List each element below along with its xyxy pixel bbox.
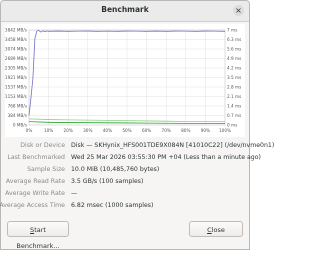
benchmark-chart: 3842 MB/s 3458 MB/s 3074 MB/s 2689 MB/s 2305… — [5, 24, 245, 137]
x-tick-label: 20% — [64, 128, 73, 133]
y-left-tick-label: 1537 MB/s — [5, 85, 27, 90]
info-row-access: Average Access Time 6.82 msec (1000 samp… — [0, 201, 249, 211]
y-left-tick-label: 1921 MB/s — [5, 75, 27, 80]
start-benchmark-button[interactable]: Start Benchmark... — [7, 221, 69, 250]
read-rate-label: Average Read Rate — [5, 178, 65, 185]
x-tick-label: 0% — [26, 128, 33, 133]
y-right-tick-label: 7 ms — [227, 28, 237, 33]
close-window-icon[interactable]: × — [233, 5, 244, 16]
y-right-tick-label: 2.1 ms — [227, 94, 241, 99]
read-rate-value: 3.5 GB/s (100 samples) — [71, 178, 144, 185]
close-button[interactable]: Close — [189, 221, 243, 237]
benchmark-chart-svg: 3842 MB/s 3458 MB/s 3074 MB/s 2689 MB/s 2305… — [5, 28, 241, 134]
window-title: Benchmark — [101, 5, 149, 14]
info-row-read: Average Read Rate 3.5 GB/s (100 samples) — [1, 177, 249, 187]
x-tick-label: 100% — [219, 128, 231, 133]
x-tick-label: 50% — [122, 128, 131, 133]
y-left-tick-label: 2305 MB/s — [5, 66, 27, 71]
x-tick-label: 70% — [162, 128, 171, 133]
y-left-tick-label: 3074 MB/s — [5, 47, 27, 52]
info-row-write: Average Write Rate — — [1, 189, 249, 199]
y-right-tick-label: 3.5 ms — [227, 75, 241, 80]
y-right-tick-label: 2.8 ms — [227, 85, 241, 90]
x-tick-label: 40% — [103, 128, 112, 133]
y-left-tick-label: 2689 MB/s — [5, 56, 27, 61]
titlebar: Benchmark × — [1, 1, 249, 22]
y-left-tick-label: 0 MB/s — [13, 123, 27, 128]
y-right-tick-label: 0 ms — [227, 123, 237, 128]
y-left-tick-label: 3458 MB/s — [5, 37, 27, 42]
y-right-tick-label: 4.2 ms — [227, 66, 241, 71]
y-left-tick-label: 384 MB/s — [8, 113, 27, 118]
size-value: 10.0 MiB (10,485,760 bytes) — [71, 166, 160, 173]
start-label: tart Benchmark... — [16, 226, 60, 250]
y-right-tick-label: 1.4 ms — [227, 104, 241, 109]
y-right-tick-label: 6.3 ms — [227, 37, 241, 42]
y-right-tick-label: 0.7 ms — [227, 113, 241, 118]
x-tick-label: 80% — [181, 128, 190, 133]
y-right-tick-label: 5.6 ms — [227, 47, 241, 52]
write-rate-label: Average Write Rate — [5, 190, 65, 197]
y-left-tick-label: 1153 MB/s — [5, 94, 27, 99]
x-tick-label: 60% — [142, 128, 151, 133]
started-label: Last Benchmarked — [7, 154, 65, 161]
info-row-started: Last Benchmarked Wed 25 Mar 2026 03:55:3… — [1, 153, 261, 163]
y-left-tick-label: 768 MB/s — [8, 104, 27, 109]
y-left-tick-label: 3842 MB/s — [5, 28, 27, 33]
started-value: Wed 25 Mar 2026 03:55:30 PM +04 (Less th… — [71, 154, 261, 161]
y-right-tick-label: 4.9 ms — [227, 56, 241, 61]
access-time-value: 6.82 msec (1000 samples) — [71, 202, 154, 209]
size-label: Sample Size — [27, 166, 65, 173]
benchmark-dialog: Benchmark × 3842 MB/s 3458 MB/s 3074 MB/s 2… — [0, 0, 274, 250]
access-time-label: Average Access Time — [0, 202, 65, 209]
x-tick-label: 90% — [201, 128, 210, 133]
x-tick-label: 10% — [44, 128, 53, 133]
write-rate-value: — — [71, 190, 78, 197]
info-row-size: Sample Size 10.0 MiB (10,485,760 bytes) — [1, 165, 249, 175]
info-row-disk: Disk or Device Disk — SKHynix_HFS001TDE9… — [1, 141, 274, 151]
disk-label: Disk or Device — [20, 142, 65, 149]
disk-value: Disk — SKHynix_HFS001TDE9X084N [41010C22… — [71, 142, 275, 149]
close-label: lose — [211, 226, 225, 234]
x-tick-label: 30% — [83, 128, 92, 133]
